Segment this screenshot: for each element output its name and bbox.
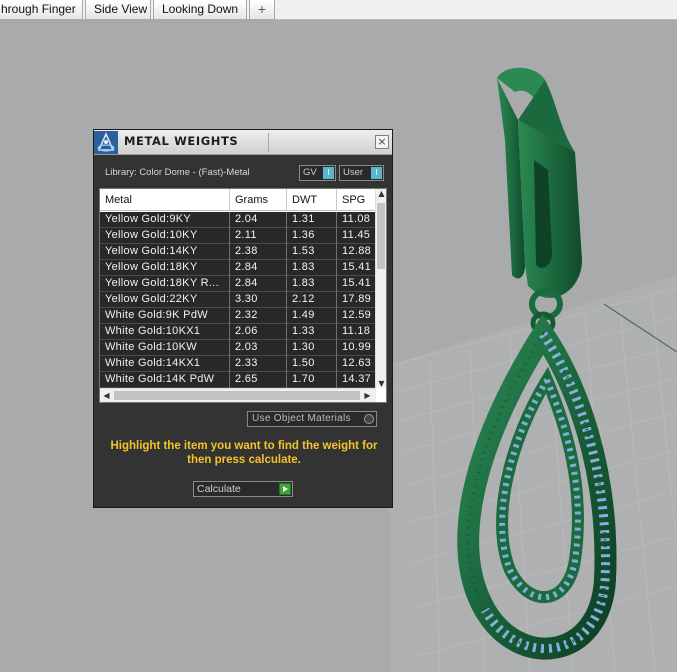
horizontal-scrollbar[interactable]: ◀ ▶	[100, 388, 376, 402]
matrix-logo-icon	[94, 131, 118, 154]
column-header-dwt[interactable]: DWT	[287, 189, 337, 211]
table-row[interactable]: White Gold:10KX1 2.06 1.33 11.18	[100, 324, 376, 340]
tab-side-view[interactable]: Side View	[85, 0, 151, 20]
cell-spg: 15.41	[342, 277, 372, 289]
tab-looking-down[interactable]: Looking Down	[153, 0, 247, 20]
cell-grams: 2.84	[230, 276, 287, 292]
vertical-scrollbar[interactable]: ▲ ▼	[375, 189, 386, 388]
table-row[interactable]: Yellow Gold:10KY 2.11 1.36 11.45	[100, 228, 376, 244]
cell-grams: 2.03	[230, 340, 287, 356]
earring-hook	[497, 67, 582, 335]
gv-toggle[interactable]: GV I	[299, 165, 336, 181]
table-row[interactable]: White Gold:14K PdW 2.65 1.70 14.37	[100, 372, 376, 388]
library-label: Library: Color Dome - (Fast)-Metal	[105, 167, 250, 178]
cell-metal: Yellow Gold:9KY	[100, 212, 230, 228]
cell-spg: 14.37	[342, 373, 372, 385]
toggle-indicator-icon: I	[323, 167, 334, 179]
cell-dwt: 1.70	[287, 372, 337, 388]
table-body: Yellow Gold:9KY 2.04 1.31 11.08 Yellow Gold:…	[100, 212, 376, 388]
tab-through-finger[interactable]: hrough Finger	[0, 0, 83, 20]
use-object-materials-label: Use Object Materials	[252, 413, 351, 424]
cell-metal: Yellow Gold:10KY	[100, 228, 230, 244]
table-row[interactable]: Yellow Gold:18KY 2.84 1.83 15.41	[100, 260, 376, 276]
cell-grams: 2.32	[230, 308, 287, 324]
table-row[interactable]: White Gold:14KX1 2.33 1.50 12.63	[100, 356, 376, 372]
cell-metal: Yellow Gold:18KY	[100, 260, 230, 276]
vertical-scroll-thumb[interactable]	[377, 203, 385, 269]
cell-dwt: 1.50	[287, 356, 337, 372]
panel-title-bar[interactable]: METAL WEIGHTS ×	[94, 130, 392, 155]
metal-weights-table[interactable]: Metal Grams DWT SPG Yellow Gold:9KY 2.04 1…	[99, 188, 387, 403]
table-row[interactable]: Yellow Gold:9KY 2.04 1.31 11.08	[100, 212, 376, 228]
cell-dwt: 1.83	[287, 260, 337, 276]
cell-metal: Yellow Gold:22KY	[100, 292, 230, 308]
cell-grams: 2.11	[230, 228, 287, 244]
cell-dwt: 1.30	[287, 340, 337, 356]
column-header-spg[interactable]: SPG	[337, 189, 376, 211]
radio-icon[interactable]	[364, 414, 374, 424]
cell-spg: 12.59	[342, 309, 372, 321]
cell-grams: 2.84	[230, 260, 287, 276]
cell-spg: 15.41	[342, 261, 372, 273]
instruction-text: Highlight the item you want to find the …	[110, 440, 378, 466]
use-object-materials-toggle[interactable]: Use Object Materials	[247, 411, 377, 427]
cell-dwt: 1.53	[287, 244, 337, 260]
table-row[interactable]: Yellow Gold:14KY 2.38 1.53 12.88	[100, 244, 376, 260]
close-button[interactable]: ×	[375, 135, 389, 149]
cell-dwt: 2.12	[287, 292, 337, 308]
cell-dwt: 1.36	[287, 228, 337, 244]
cell-spg: 12.63	[342, 357, 372, 369]
table-row[interactable]: White Gold:9K PdW 2.32 1.49 12.59	[100, 308, 376, 324]
cell-grams: 3.30	[230, 292, 287, 308]
cell-spg: 17.89	[342, 293, 372, 305]
user-toggle-label: User	[343, 167, 364, 178]
scroll-up-icon[interactable]: ▲	[376, 189, 386, 198]
cell-metal: White Gold:9K PdW	[100, 308, 230, 324]
table-row[interactable]: Yellow Gold:18KY R... 2.84 1.83 15.41	[100, 276, 376, 292]
cell-grams: 2.04	[230, 212, 287, 228]
scroll-left-icon[interactable]: ◀	[101, 391, 112, 400]
cell-grams: 2.65	[230, 372, 287, 388]
cell-spg: 11.18	[342, 325, 371, 337]
scroll-down-icon[interactable]: ▼	[376, 379, 386, 388]
cell-dwt: 1.83	[287, 276, 337, 292]
cell-spg: 11.08	[342, 213, 371, 225]
cell-grams: 2.38	[230, 244, 287, 260]
play-arrow-icon	[279, 483, 291, 495]
cell-spg: 12.88	[342, 245, 372, 257]
cell-spg: 11.45	[342, 229, 371, 241]
cell-dwt: 1.49	[287, 308, 337, 324]
view-tab-strip: hrough Finger Side View Looking Down +	[0, 0, 677, 20]
cell-metal: Yellow Gold:14KY	[100, 244, 230, 260]
table-header: Metal Grams DWT SPG	[100, 189, 376, 211]
title-divider	[268, 133, 269, 152]
gv-toggle-label: GV	[303, 167, 317, 178]
cell-dwt: 1.33	[287, 324, 337, 340]
horizontal-scroll-thumb[interactable]	[114, 391, 360, 400]
cell-grams: 2.33	[230, 356, 287, 372]
cell-metal: White Gold:10KX1	[100, 324, 230, 340]
table-row[interactable]: White Gold:10KW 2.03 1.30 10.99	[100, 340, 376, 356]
scroll-right-icon[interactable]: ▶	[362, 391, 373, 400]
add-tab-button[interactable]: +	[249, 0, 275, 20]
column-header-metal[interactable]: Metal	[100, 189, 230, 211]
user-toggle[interactable]: User I	[339, 165, 384, 181]
cell-metal: White Gold:14KX1	[100, 356, 230, 372]
table-row[interactable]: Yellow Gold:22KY 3.30 2.12 17.89	[100, 292, 376, 308]
cell-spg: 10.99	[342, 341, 372, 353]
panel-title: METAL WEIGHTS	[124, 134, 239, 148]
cell-grams: 2.06	[230, 324, 287, 340]
cell-metal: Yellow Gold:18KY R...	[100, 276, 230, 292]
cell-metal: White Gold:10KW	[100, 340, 230, 356]
toggle-indicator-icon: I	[371, 167, 382, 179]
calculate-label: Calculate	[197, 483, 241, 495]
column-header-grams[interactable]: Grams	[230, 189, 287, 211]
cell-metal: White Gold:14K PdW	[100, 372, 230, 388]
cell-dwt: 1.31	[287, 212, 337, 228]
calculate-button[interactable]: Calculate	[193, 481, 293, 497]
metal-weights-panel: METAL WEIGHTS × Library: Color Dome - (F…	[93, 129, 393, 508]
